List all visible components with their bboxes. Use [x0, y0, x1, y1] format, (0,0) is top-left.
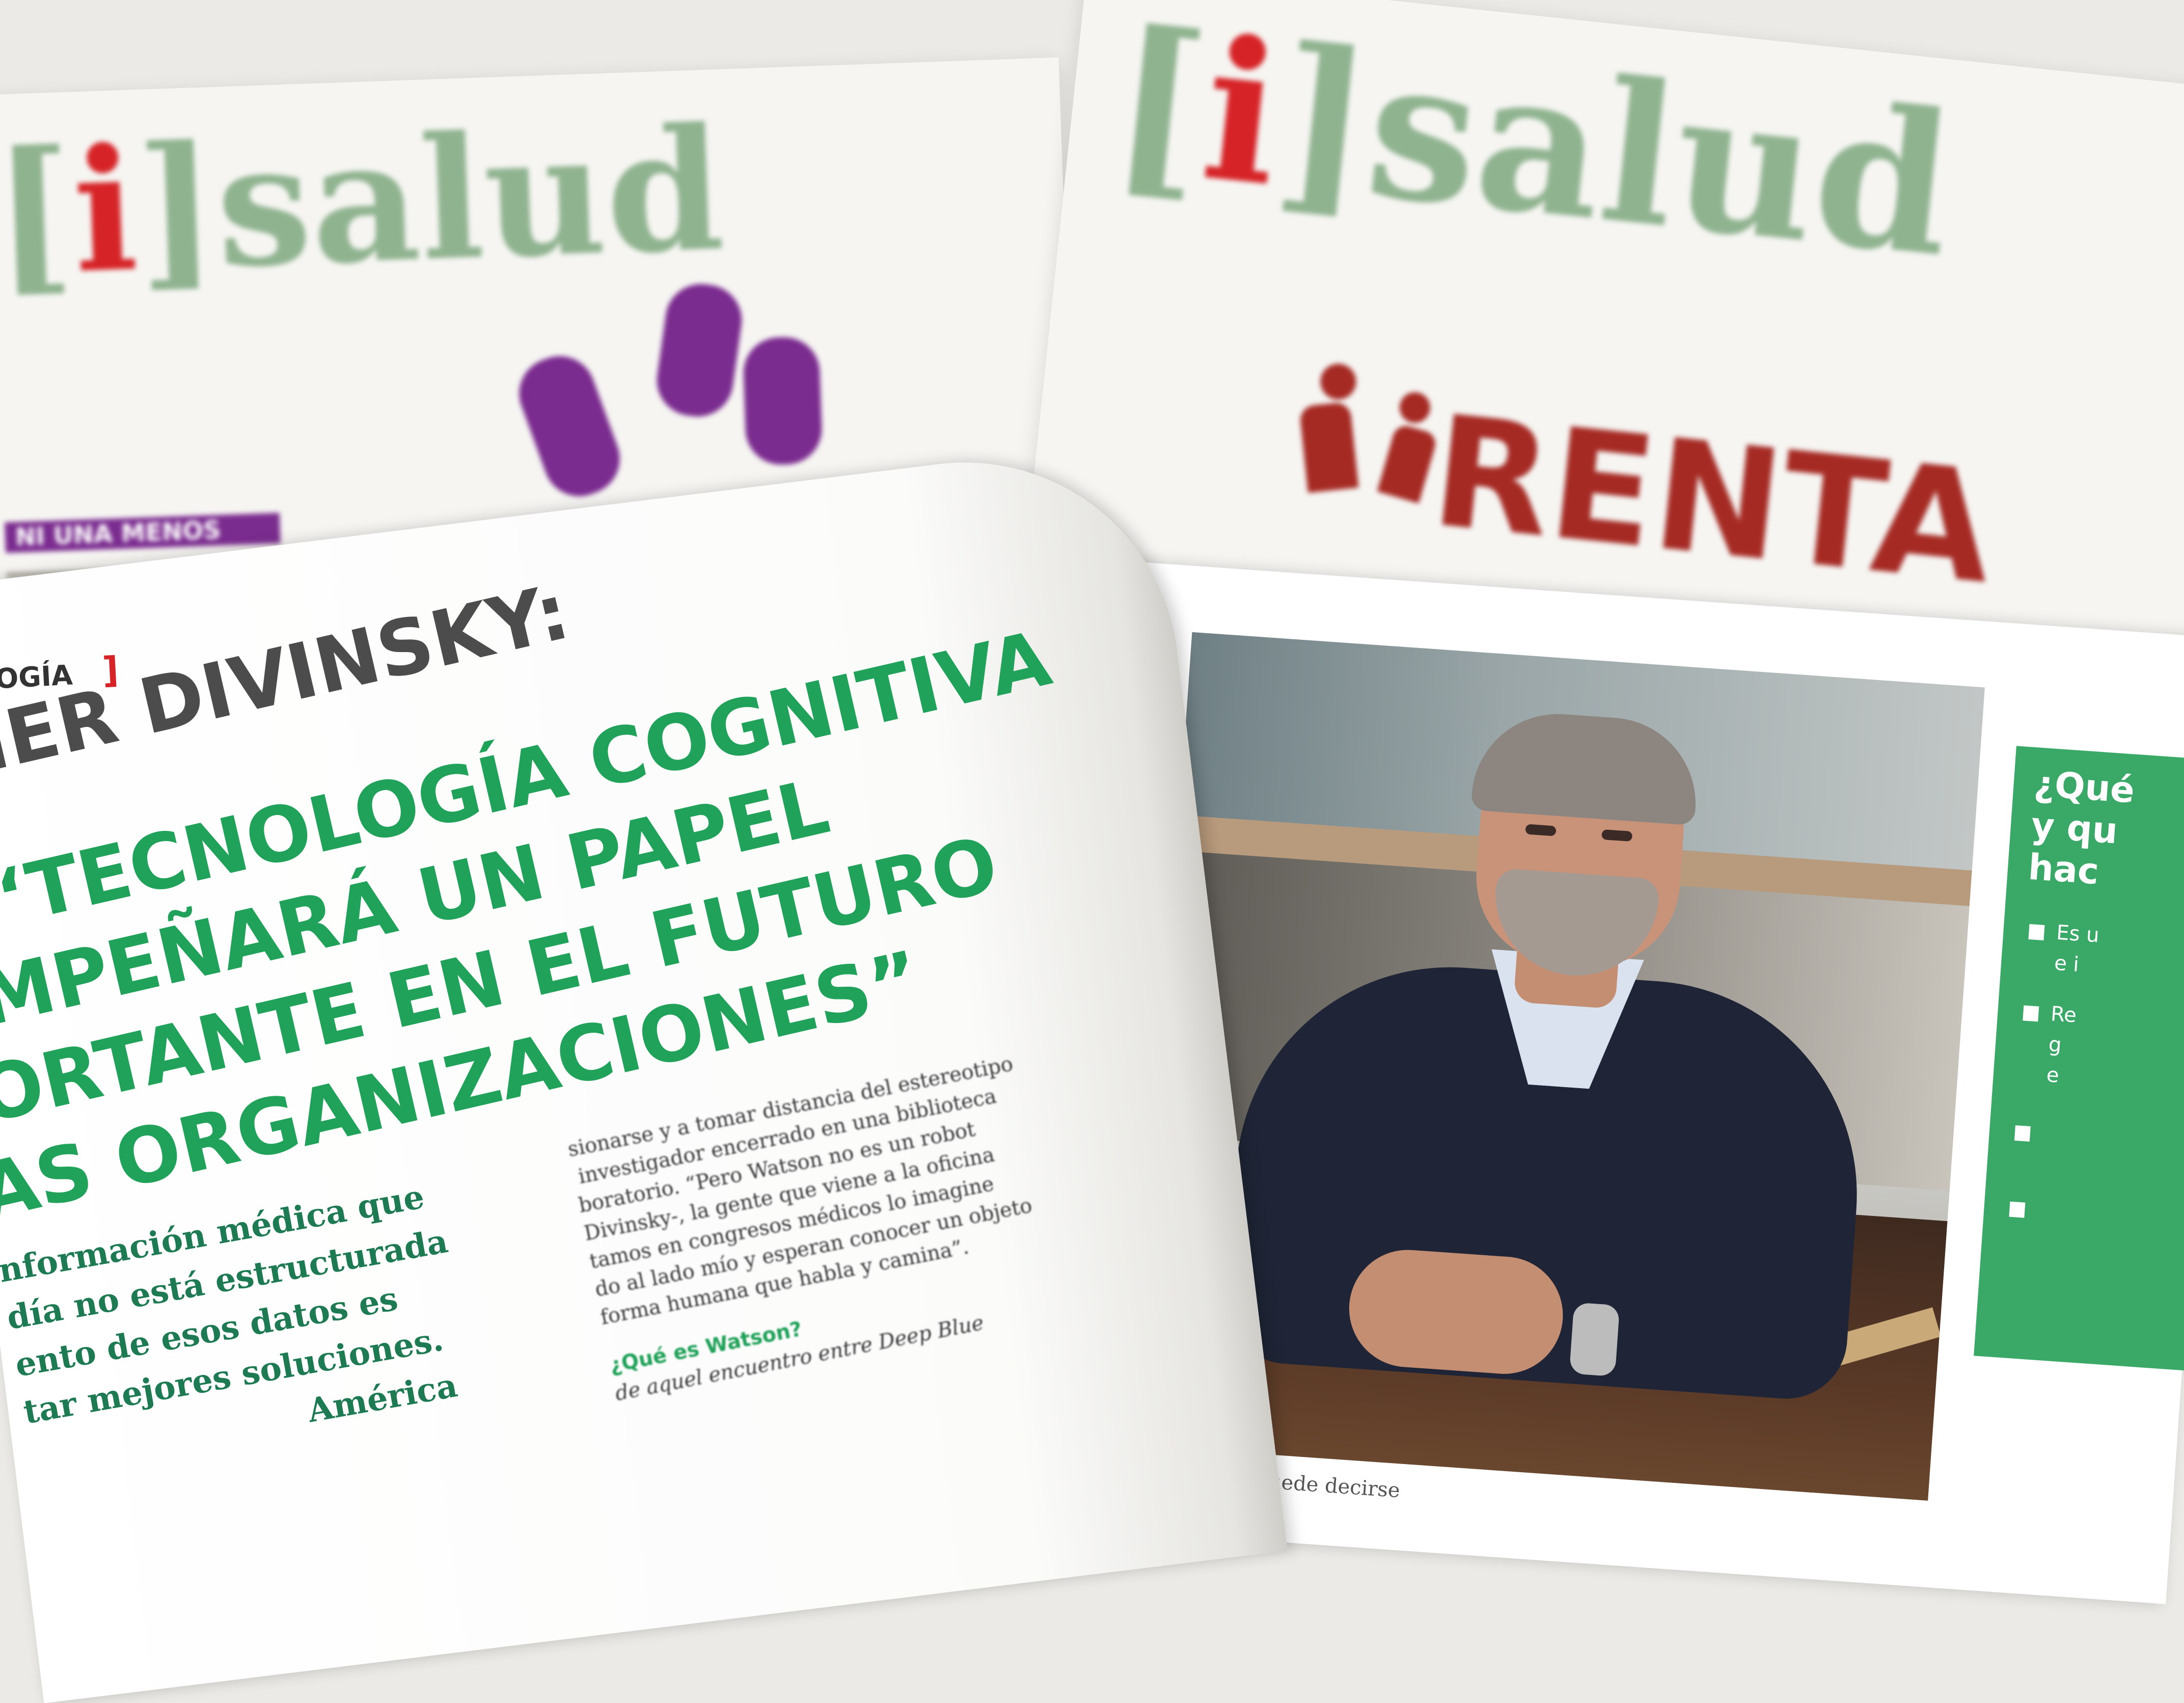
sidebar-bullet [2014, 1119, 2086, 1154]
green-sidebar: ¿Qué y qu hac Es u e i Re g e [1974, 746, 2184, 1371]
masthead-bracket: ] [133, 107, 221, 308]
red-headline-text: RENTA [1424, 382, 2001, 618]
sidebar-title-line: y qu [2030, 804, 2119, 852]
sidebar-title-line: ¿Qué [2032, 762, 2136, 812]
red-figures-icon [1278, 359, 1454, 507]
sidebar-title: ¿Qué y qu hac [2027, 763, 2136, 895]
banner-text: NI UNA MENOS [15, 516, 222, 552]
sidebar-item-text: g [2048, 1033, 2063, 1057]
sidebar-item: e [2018, 1058, 2090, 1093]
sidebar-item-text: e [2045, 1063, 2060, 1088]
masthead-word: salud [1357, 13, 1962, 301]
masthead: [i]salud [1103, 0, 1962, 300]
masthead-bracket: [ [0, 113, 77, 313]
sidebar-item-text: Re [2050, 1002, 2078, 1028]
sidebar-item: Re [2022, 997, 2094, 1032]
sidebar-list: Es u e i Re g e [2008, 915, 2100, 1230]
sidebar-item-text: e i [2053, 951, 2080, 977]
masthead-word: salud [213, 90, 727, 306]
red-headline: RENTA [1425, 383, 2001, 618]
sidebar-item: Es u [2028, 915, 2100, 951]
purple-graphic [509, 279, 823, 506]
sidebar-item-text: Es u [2055, 921, 2100, 948]
sidebar-title-line: hac [2027, 846, 2100, 893]
masthead: [i]salud [0, 90, 727, 313]
watch [1569, 1302, 1620, 1377]
purple-banner: NI UNA MENOS [4, 512, 281, 553]
article-left-page [0, 438, 1288, 1703]
masthead-i: i [70, 111, 141, 311]
sidebar-item: e i [2026, 946, 2098, 981]
sidebar-item: g [2020, 1027, 2092, 1062]
sidebar-bullet [2008, 1195, 2081, 1230]
man-figure [1196, 667, 1912, 1496]
